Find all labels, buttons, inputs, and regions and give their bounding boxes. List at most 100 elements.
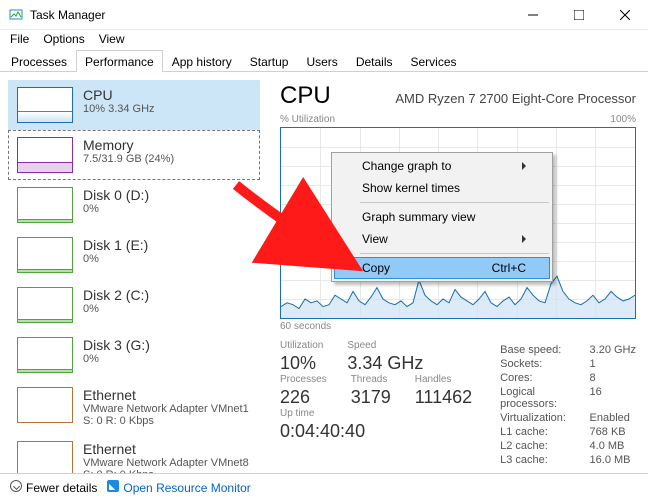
context-menu-label: Change graph to	[362, 159, 451, 173]
minimize-button[interactable]	[510, 0, 556, 30]
stat-label: Handles	[415, 374, 472, 385]
sidebar-item-disk-2[interactable]: Disk 0 (D:)0%	[8, 180, 260, 230]
titlebar: Task Manager	[0, 0, 648, 30]
tab-performance[interactable]: Performance	[76, 50, 163, 72]
close-button[interactable]	[602, 0, 648, 30]
sidebar-item-disk-4[interactable]: Disk 2 (C:)0%	[8, 280, 260, 330]
sidebar-item-title: Ethernet	[83, 387, 249, 403]
sidebar-item-eth-6[interactable]: EthernetVMware Network Adapter VMnet1S: …	[8, 380, 260, 434]
sidebar-item-subtitle2: S: 0 R: 0 Kbps	[83, 415, 249, 427]
axis-label-right: 100%	[610, 114, 636, 125]
spec-label: L3 cache:	[500, 454, 575, 466]
open-resource-monitor-link[interactable]: Open Resource Monitor	[107, 480, 250, 495]
spec-label: Logical processors:	[500, 386, 575, 410]
stat-value: 3.34 GHz	[347, 353, 423, 374]
stat-value: 111462	[415, 387, 472, 408]
menu-file[interactable]: File	[4, 30, 35, 50]
spec-value: 16	[590, 386, 636, 410]
stat-label: Utilization	[280, 340, 323, 351]
sidebar-item-subtitle: VMware Network Adapter VMnet8	[83, 457, 249, 469]
sidebar-thumb-icon	[17, 387, 73, 423]
sidebar-item-eth-7[interactable]: EthernetVMware Network Adapter VMnet8S: …	[8, 434, 260, 474]
sidebar-item-subtitle: 0%	[83, 253, 148, 265]
menubar: File Options View	[0, 30, 648, 50]
resource-monitor-icon	[107, 480, 119, 492]
stat-handles: Handles 111462	[415, 374, 472, 408]
spec-value: 8	[590, 372, 636, 384]
menu-options[interactable]: Options	[37, 30, 90, 50]
cpu-static-info: Base speed: 3.20 GHz Sockets: 1 Cores: 8 Logic…	[500, 340, 636, 466]
sidebar-item-disk-3[interactable]: Disk 1 (E:)0%	[8, 230, 260, 280]
sidebar-item-title: Disk 0 (D:)	[83, 187, 149, 203]
sidebar-item-subtitle: 10% 3.34 GHz	[83, 103, 155, 115]
tab-startup[interactable]: Startup	[241, 50, 298, 72]
sidebar-thumb-icon	[17, 237, 73, 273]
sidebar-item-subtitle: 0%	[83, 353, 150, 365]
sidebar-item-title: Disk 1 (E:)	[83, 237, 148, 253]
sidebar-thumb-icon	[17, 287, 73, 323]
sidebar-thumb-icon	[17, 87, 73, 123]
sidebar-item-mem-1[interactable]: Memory7.5/31.9 GB (24%)	[8, 130, 260, 180]
spec-label: Sockets:	[500, 358, 575, 370]
sidebar-thumb-icon	[17, 187, 73, 223]
axis-label-bottom: 60 seconds	[280, 321, 636, 332]
chevron-up-icon	[10, 480, 22, 492]
tab-processes[interactable]: Processes	[2, 50, 76, 72]
stat-label: Up time	[280, 408, 365, 419]
stat-label: Speed	[347, 340, 423, 351]
sidebar-item-subtitle: 0%	[83, 203, 149, 215]
spec-label: Virtualization:	[500, 412, 575, 424]
spec-label: L2 cache:	[500, 440, 575, 452]
sidebar-item-title: Memory	[83, 137, 174, 153]
sidebar-thumb-icon	[17, 137, 73, 173]
annotation-arrow	[226, 175, 386, 278]
window-title: Task Manager	[30, 8, 510, 22]
app-icon	[8, 7, 24, 23]
tab-app-history[interactable]: App history	[163, 50, 241, 72]
stat-threads: Threads3179	[351, 374, 391, 408]
stat-up-time: Up time 0:04:40:40	[280, 408, 365, 442]
pane-title: CPU	[280, 82, 331, 110]
sidebar-item-title: CPU	[83, 87, 155, 103]
spec-value: 4.0 MB	[590, 440, 636, 452]
stat-label: Processes	[280, 374, 327, 385]
sidebar-item-subtitle: 7.5/31.9 GB (24%)	[83, 153, 174, 165]
cpu-model: AMD Ryzen 7 2700 Eight-Core Processor	[395, 91, 636, 106]
chevron-right-icon	[522, 235, 526, 243]
sidebar-item-subtitle: VMware Network Adapter VMnet1	[83, 403, 249, 415]
tab-services[interactable]: Services	[402, 50, 466, 72]
spec-label: Base speed:	[500, 344, 575, 356]
spec-value: 1	[590, 358, 636, 370]
tab-details[interactable]: Details	[347, 50, 402, 72]
footer: Fewer details Open Resource Monitor	[0, 473, 648, 501]
stat-value: 0:04:40:40	[280, 421, 365, 442]
context-menu-item-change-graph-to[interactable]: Change graph to	[334, 155, 550, 177]
sidebar-item-title: Disk 2 (C:)	[83, 287, 149, 303]
sidebar-item-title: Disk 3 (G:)	[83, 337, 150, 353]
spec-label: L1 cache:	[500, 426, 575, 438]
tab-users[interactable]: Users	[297, 50, 346, 72]
spec-value: Enabled	[590, 412, 636, 424]
fewer-details-button[interactable]: Fewer details	[10, 480, 97, 495]
spec-value: 768 KB	[590, 426, 636, 438]
chevron-right-icon	[522, 162, 526, 170]
spec-value: 3.20 GHz	[590, 344, 636, 356]
sidebar-item-title: Ethernet	[83, 441, 249, 457]
sidebar-thumb-icon	[17, 337, 73, 373]
spec-label: Cores:	[500, 372, 575, 384]
sidebar-item-disk-5[interactable]: Disk 3 (G:)0%	[8, 330, 260, 380]
sidebar-item-subtitle: 0%	[83, 303, 149, 315]
sidebar-thumb-icon	[17, 441, 73, 474]
spec-value: 16.0 MB	[590, 454, 636, 466]
stat-label: Threads	[351, 374, 391, 385]
context-menu-shortcut: Ctrl+C	[492, 261, 526, 275]
axis-label-left: % Utilization	[280, 114, 335, 125]
stat-speed: Speed 3.34 GHz	[347, 340, 423, 374]
menu-view[interactable]: View	[93, 30, 131, 50]
stat-value: 10%	[280, 353, 323, 374]
stat-processes: Processes 226	[280, 374, 327, 408]
context-menu-separator	[360, 253, 549, 254]
sidebar-item-cpu-0[interactable]: CPU10% 3.34 GHz	[8, 80, 260, 130]
stat-value: 226	[280, 387, 327, 408]
maximize-button[interactable]	[556, 0, 602, 30]
